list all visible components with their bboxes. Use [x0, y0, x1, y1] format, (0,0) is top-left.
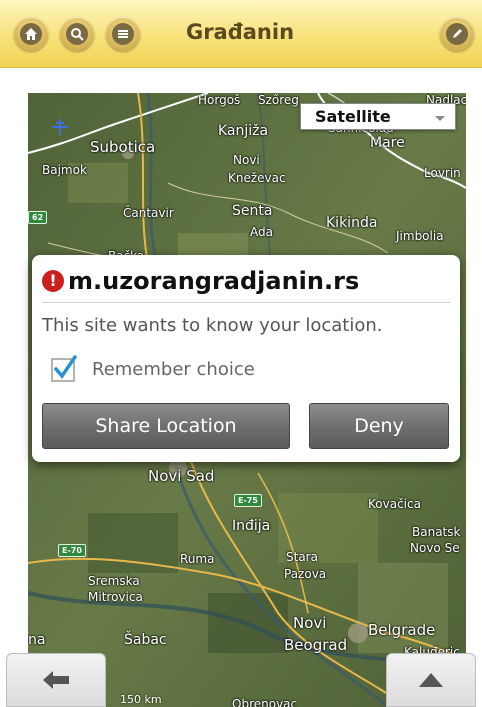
map-label: Banatsk [412, 525, 461, 539]
error-icon: ! [42, 270, 64, 292]
map-label: Stara [286, 550, 318, 564]
map-label: Ruma [180, 552, 215, 566]
map-label: Novo Se [410, 541, 460, 555]
map-label: Pazova [284, 567, 327, 581]
map-label: Jimbolia [396, 229, 444, 243]
back-button[interactable] [6, 653, 106, 707]
share-location-button[interactable]: Share Location [42, 403, 290, 449]
map-label: Inđija [232, 518, 271, 534]
checkmark-icon [51, 355, 77, 382]
scroll-top-icon [419, 673, 443, 687]
location-permission-dialog: ! m.uzorangradjanin.rs This site wants t… [32, 255, 460, 462]
map-label: Obrenovac [232, 697, 298, 707]
remember-choice-label: Remember choice [92, 358, 255, 380]
page-title: Građanin [185, 20, 295, 44]
map-label: Beograd [284, 636, 348, 654]
map-label: Šabac [124, 632, 167, 648]
map-label: Senta [232, 203, 273, 219]
road-shield: E-75 [234, 494, 262, 507]
map-label: Mitrovica [88, 590, 143, 604]
map-label: Mare [370, 135, 405, 151]
menu-icon [112, 23, 134, 45]
dialog-title: m.uzorangradjanin.rs [68, 267, 360, 295]
road-shield: E-70 [58, 544, 86, 557]
dialog-message: This site wants to know your location. [42, 315, 383, 336]
map-label: Belgrade [368, 621, 436, 639]
map-label: Szőreg [258, 93, 299, 107]
search-button[interactable] [60, 17, 94, 51]
map-label: Novi Sad [148, 467, 215, 485]
top-bar: Građanin [0, 0, 482, 68]
map-label: Čantavir [123, 206, 174, 220]
map-label: Kovačica [368, 497, 421, 511]
search-icon [66, 23, 88, 45]
map-label: Bajmok [42, 163, 87, 177]
map-scale: 150 km [120, 693, 162, 706]
map-label: Kneževac [228, 171, 286, 185]
map-label: Ada [250, 225, 273, 239]
map-label: Subotica [90, 138, 156, 156]
back-arrow-icon [43, 671, 69, 689]
app-screen: Građanin Horgoš Szőreg Nadlac Subotica K… [0, 0, 482, 707]
map-label: Novi [293, 614, 327, 632]
divider [42, 302, 450, 303]
map-label: Sremska [88, 574, 140, 588]
chevron-down-icon [435, 116, 445, 121]
pencil-icon [446, 23, 468, 45]
map-label: Lovrin [424, 166, 461, 180]
road-shield: 62 [28, 211, 48, 224]
map-label: Kanjiža [218, 123, 269, 139]
edit-button[interactable] [440, 17, 474, 51]
menu-button[interactable] [106, 17, 140, 51]
map-label: na [28, 632, 46, 648]
map-label: Novi [233, 153, 260, 167]
deny-button[interactable]: Deny [309, 403, 449, 449]
scroll-top-button[interactable] [386, 653, 476, 707]
map-type-label: Satellite [315, 107, 391, 126]
map-type-select[interactable]: Satellite [300, 103, 456, 130]
home-icon [20, 23, 42, 45]
map-label: Kikinda [326, 215, 378, 231]
home-button[interactable] [14, 17, 48, 51]
dialog-header: ! m.uzorangradjanin.rs [42, 267, 359, 295]
map-label: Horgoš [198, 93, 241, 107]
remember-choice-checkbox[interactable]: Remember choice [50, 355, 255, 383]
